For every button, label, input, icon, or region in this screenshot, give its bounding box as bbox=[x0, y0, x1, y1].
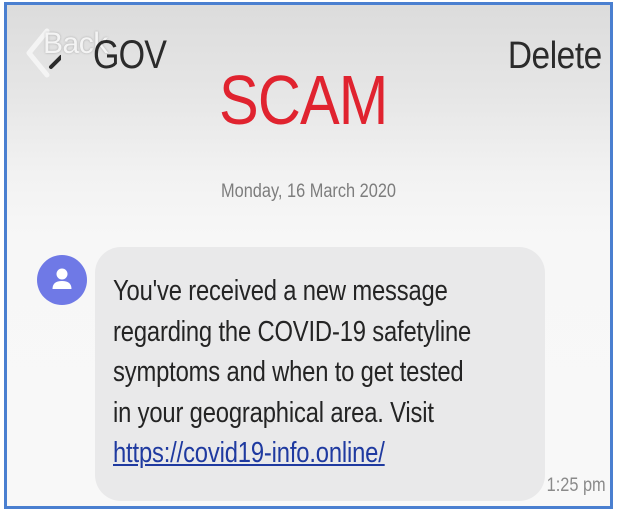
message-line: regarding the COVID-19 safetyline bbox=[113, 315, 472, 348]
screenshot-frame: Back GOV Delete SCAM Monday, 16 March 20… bbox=[4, 2, 613, 509]
delete-button[interactable]: Delete bbox=[508, 35, 602, 78]
message-bubble[interactable]: You've received a new message regarding … bbox=[95, 247, 545, 501]
message-line: symptoms and when to get tested bbox=[113, 356, 464, 388]
message-line: in your geographical area. Visit bbox=[113, 396, 434, 429]
message-line: You've received a new message bbox=[113, 275, 448, 307]
avatar bbox=[37, 255, 87, 305]
person-icon bbox=[52, 268, 72, 289]
message-timestamp: 1:25 pm bbox=[546, 475, 606, 496]
scam-warning-label: SCAM bbox=[219, 61, 388, 139]
message-link[interactable]: https://covid19-info.online/ bbox=[113, 437, 385, 469]
message-text: You've received a new message regarding … bbox=[113, 271, 523, 474]
contact-name: GOV bbox=[93, 33, 167, 77]
date-stamp: Monday, 16 March 2020 bbox=[220, 181, 397, 202]
